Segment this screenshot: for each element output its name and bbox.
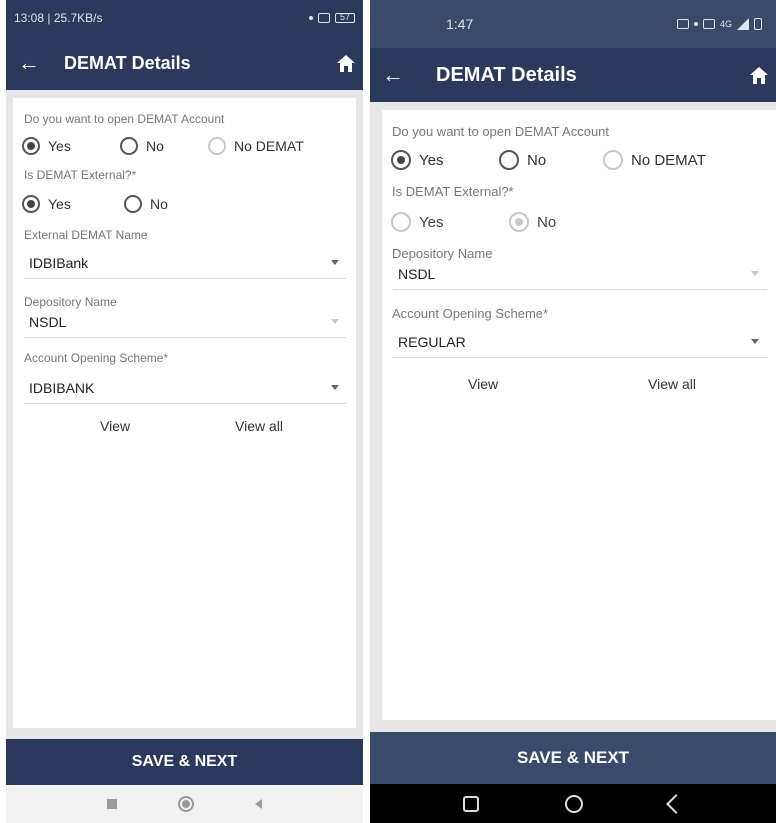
demat-external-label: Is DEMAT External?* bbox=[392, 184, 514, 199]
radio-unchecked-icon bbox=[124, 195, 142, 213]
depository-name-value: NSDL bbox=[398, 265, 436, 282]
view-link[interactable]: View bbox=[100, 418, 130, 434]
external-demat-name-label: External DEMAT Name bbox=[24, 228, 148, 242]
caret-down-icon bbox=[331, 319, 339, 324]
depository-name-dropdown[interactable]: NSDL bbox=[24, 306, 347, 338]
status-bar: 13:08 | 25.7KB/s 57 bbox=[6, 0, 363, 36]
caret-down-icon bbox=[751, 339, 759, 344]
radio-unchecked-icon bbox=[603, 150, 623, 170]
caret-down-icon bbox=[751, 271, 759, 276]
page-title: DEMAT Details bbox=[436, 63, 577, 86]
system-nav-bar bbox=[370, 784, 776, 823]
open-demat-yes[interactable]: Yes bbox=[22, 137, 120, 155]
signal-icon bbox=[737, 18, 749, 30]
account-scheme-label: Account Opening Scheme* bbox=[24, 351, 169, 365]
view-link[interactable]: View bbox=[468, 376, 498, 392]
save-next-button[interactable]: SAVE & NEXT bbox=[370, 732, 776, 784]
account-scheme-value: IDBIBANK bbox=[29, 379, 95, 396]
alarm-icon bbox=[693, 22, 698, 26]
battery-icon bbox=[754, 18, 762, 30]
nav-home-icon[interactable] bbox=[565, 794, 583, 813]
form-card: Do you want to open DEMAT Account Yes No… bbox=[13, 98, 356, 728]
radio-checked-icon bbox=[22, 137, 40, 155]
account-scheme-dropdown[interactable]: IDBIBANK bbox=[24, 372, 347, 404]
radio-checked-icon bbox=[22, 195, 40, 213]
demat-external-radio-group: Yes No bbox=[391, 212, 556, 232]
demat-external-no[interactable]: No bbox=[124, 195, 168, 213]
depository-name-dropdown[interactable]: NSDL bbox=[393, 258, 767, 290]
phone-left: 13:08 | 25.7KB/s 57 ← DEMAT Details Do y… bbox=[6, 0, 363, 823]
home-icon[interactable] bbox=[742, 48, 776, 102]
status-icons: 4G bbox=[676, 18, 762, 30]
page-title: DEMAT Details bbox=[64, 52, 191, 73]
external-demat-name-dropdown[interactable]: IDBIBank bbox=[24, 247, 347, 279]
open-demat-radio-group: Yes No No DEMAT bbox=[391, 150, 706, 170]
network-type: 4G bbox=[719, 19, 732, 29]
back-arrow-icon[interactable]: ← bbox=[370, 62, 410, 88]
demat-external-yes[interactable]: Yes bbox=[391, 212, 509, 232]
open-demat-no[interactable]: No bbox=[120, 137, 208, 155]
radio-checked-icon bbox=[391, 150, 411, 170]
app-bar: ← DEMAT Details bbox=[6, 36, 363, 90]
demat-external-label: Is DEMAT External?* bbox=[24, 168, 137, 182]
back-arrow-icon[interactable]: ← bbox=[6, 50, 46, 76]
account-scheme-label: Account Opening Scheme* bbox=[392, 306, 549, 321]
view-all-link[interactable]: View all bbox=[648, 376, 696, 392]
nav-home-icon[interactable] bbox=[177, 796, 194, 812]
account-scheme-dropdown[interactable]: REGULAR bbox=[393, 326, 767, 358]
open-demat-no[interactable]: No bbox=[499, 150, 603, 170]
view-all-link[interactable]: View all bbox=[235, 418, 283, 434]
nav-back-icon[interactable] bbox=[255, 799, 263, 809]
radio-checked-icon bbox=[509, 212, 529, 232]
open-demat-label: Do you want to open DEMAT Account bbox=[24, 112, 225, 126]
home-icon[interactable] bbox=[329, 36, 363, 90]
radio-unchecked-icon bbox=[391, 212, 411, 232]
open-demat-no-demat[interactable]: No DEMAT bbox=[208, 137, 304, 155]
system-nav-bar bbox=[6, 785, 363, 823]
status-bar: 1:47 4G bbox=[370, 0, 776, 48]
caret-down-icon bbox=[331, 385, 339, 390]
external-demat-name-value: IDBIBank bbox=[29, 254, 89, 271]
phone-right: 1:47 4G ← DEMAT Details Do you want to o… bbox=[370, 0, 776, 823]
bluetooth-icon bbox=[309, 16, 313, 20]
radio-unchecked-icon bbox=[208, 137, 226, 155]
open-demat-label: Do you want to open DEMAT Account bbox=[392, 124, 610, 139]
demat-external-yes[interactable]: Yes bbox=[22, 195, 124, 213]
caret-down-icon bbox=[331, 260, 339, 265]
nav-recents-icon[interactable] bbox=[106, 799, 117, 809]
nav-recents-icon[interactable] bbox=[463, 795, 479, 812]
nav-back-icon[interactable] bbox=[666, 793, 686, 814]
demat-external-radio-group: Yes No bbox=[22, 195, 168, 213]
save-next-button[interactable]: SAVE & NEXT bbox=[6, 739, 363, 785]
status-time: 13:08 | 25.7KB/s bbox=[14, 11, 103, 25]
form-card: Do you want to open DEMAT Account Yes No… bbox=[382, 110, 776, 720]
open-demat-radio-group: Yes No No DEMAT bbox=[22, 137, 304, 155]
open-demat-no-demat[interactable]: No DEMAT bbox=[603, 150, 706, 170]
depository-name-value: NSDL bbox=[29, 313, 67, 330]
radio-unchecked-icon bbox=[499, 150, 519, 170]
app-bar: ← DEMAT Details bbox=[370, 48, 776, 102]
radio-unchecked-icon bbox=[120, 137, 138, 155]
nfc-icon bbox=[676, 19, 689, 29]
status-icons: 57 bbox=[309, 13, 355, 23]
vibrate-icon bbox=[702, 19, 715, 29]
status-time: 1:47 bbox=[446, 16, 474, 32]
demat-external-no[interactable]: No bbox=[509, 212, 556, 232]
account-scheme-value: REGULAR bbox=[398, 333, 466, 350]
battery-icon: 57 bbox=[335, 13, 355, 23]
open-demat-yes[interactable]: Yes bbox=[391, 150, 499, 170]
signal-icon bbox=[318, 13, 330, 23]
